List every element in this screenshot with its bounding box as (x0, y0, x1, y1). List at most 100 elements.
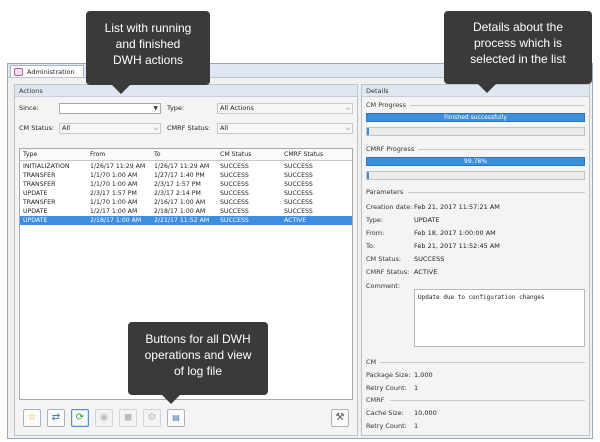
divider (418, 149, 585, 150)
cell-cm-status: SUCCESS (220, 172, 249, 179)
table-row[interactable]: UPDATE 1/2/17 1:00 AM 2/18/17 1:00 AM SU… (20, 207, 352, 216)
cm-section-label: CM (366, 358, 377, 366)
stop-button[interactable]: ◉ (95, 409, 113, 427)
callout-pointer (162, 395, 180, 404)
cmrf-status-field-label: CMRF Status: (366, 268, 410, 276)
parameters-label: Parameters (366, 188, 404, 196)
callout-details: Details about the process which is selec… (444, 11, 592, 93)
divider (390, 400, 585, 401)
cmrf-status-select[interactable]: All ⌵ (217, 123, 353, 134)
cell-to: 2/3/17 2:14 PM (154, 190, 201, 197)
comment-textarea[interactable]: Update due to configuration changes (414, 289, 585, 347)
callout-details-line: process which is (473, 36, 563, 50)
column-header-cmrf-status[interactable]: CMRF Status (284, 150, 348, 159)
callout-list-line: DWH actions (112, 53, 183, 67)
settings-icon: ⚙ (147, 412, 157, 423)
settings-button[interactable]: ⚙ (143, 409, 161, 427)
cm-status-select[interactable]: All ⌵ (59, 123, 161, 134)
cell-cm-status: SUCCESS (220, 217, 249, 224)
callout-buttons-line: operations and view (144, 348, 252, 362)
table-row-selected[interactable]: UPDATE 2/18/17 1:00 AM 2/21/17 11:52 AM … (20, 216, 352, 225)
tools-icon: ⚒ (335, 412, 345, 423)
type-select[interactable]: All Actions ⌵ (217, 103, 353, 114)
cell-type: INITIALIZATION (23, 163, 70, 170)
cmrf-retry-count-label: Retry Count: (366, 422, 407, 430)
tab-administration-label: Administration (27, 68, 75, 76)
tools-button[interactable]: ⚒ (331, 409, 349, 427)
table-row[interactable]: TRANSFER 1/1/70 1:00 AM 2/16/17 1:00 AM … (20, 198, 352, 207)
pause-icon: ◼ (123, 412, 133, 423)
cell-to: 2/18/17 1:00 AM (154, 208, 206, 215)
package-size-value: 1,000 (414, 371, 433, 379)
cell-cm-status: SUCCESS (220, 181, 249, 188)
progress-fill (367, 172, 369, 179)
transfer-button[interactable]: ⇄ (47, 409, 65, 427)
dropdown-arrow-icon[interactable]: ▼ (153, 104, 158, 113)
from-field-value: Feb 18, 2017 1:00:00 AM (414, 229, 496, 237)
cm-progress-label: CM Progress (366, 101, 406, 109)
pause-button[interactable]: ◼ (119, 409, 137, 427)
star-icon: ☆ (27, 412, 37, 423)
cm-status-field-value: SUCCESS (414, 255, 445, 263)
cm-progress-bar-secondary (366, 127, 585, 136)
creation-date-label: Creation date: (366, 203, 413, 211)
column-header-type[interactable]: Type (23, 150, 89, 159)
tab-administration[interactable]: Administration (10, 65, 84, 77)
divider (410, 105, 585, 106)
cm-progress-section: CM Progress (366, 100, 585, 110)
table-row[interactable]: UPDATE 2/3/17 1:57 PM 2/3/17 2:14 PM SUC… (20, 189, 352, 198)
table-row[interactable]: INITIALIZATION 1/26/17 11:29 AM 1/26/17 … (20, 162, 352, 171)
table-row[interactable]: TRANSFER 1/1/70 1:00 AM 1/27/17 1:40 PM … (20, 171, 352, 180)
type-label: Type: (167, 104, 185, 112)
cmrf-progress-section: CMRF Progress (366, 144, 585, 154)
log-file-button[interactable]: ▤ (167, 409, 185, 427)
cmrf-retry-count-value: 1 (414, 422, 419, 430)
cell-cm-status: SUCCESS (220, 163, 249, 170)
cell-to: 2/16/17 1:00 AM (154, 199, 206, 206)
cell-cm-status: SUCCESS (220, 208, 249, 215)
comment-label: Comment: (366, 282, 401, 290)
cmrf-progress-bar-secondary (366, 171, 585, 180)
since-date-picker[interactable]: ▼ (59, 103, 161, 114)
stop-icon: ◉ (99, 412, 109, 423)
transfer-icon: ⇄ (51, 412, 61, 423)
actions-toolbar: ☆ ⇄ ⟳ ◉ ◼ ⚙ ▤ ⚒ (19, 406, 353, 432)
cm-status-select-value: All (62, 124, 71, 132)
actions-table-header: Type From To CM Status CMRF Status (20, 149, 352, 161)
chevron-down-icon: ⌵ (153, 125, 158, 132)
divider (408, 192, 585, 193)
cell-to: 1/27/17 1:40 PM (154, 172, 205, 179)
cmrf-status-field-value: ACTIVE (414, 268, 438, 276)
callout-details-line: Details about the (472, 20, 564, 34)
parameters-section: Parameters (366, 187, 585, 197)
callout-details-line: selected in the list (470, 52, 566, 66)
cell-from: 1/1/70 1:00 AM (90, 181, 138, 188)
cmrf-section-label: CMRF (366, 396, 385, 404)
chevron-down-icon: ⌵ (345, 105, 350, 112)
cell-cmrf-status: ACTIVE (284, 217, 307, 224)
column-header-to[interactable]: To (154, 150, 220, 159)
callout-list-line: and finished (115, 37, 181, 51)
cell-type: TRANSFER (23, 199, 56, 206)
refresh-button[interactable]: ⟳ (71, 409, 89, 427)
cell-from: 2/18/17 1:00 AM (90, 217, 142, 224)
to-field-label: To: (366, 242, 376, 250)
cache-size-label: Cache Size: (366, 409, 404, 417)
cm-section: CM (366, 357, 585, 367)
callout-buttons-line: of log file (173, 364, 223, 378)
star-button[interactable]: ☆ (23, 409, 41, 427)
cell-to: 2/21/17 11:52 AM (154, 217, 210, 224)
progress-fill (367, 128, 369, 135)
table-row[interactable]: TRANSFER 1/1/70 1:00 AM 2/3/17 1:57 PM S… (20, 180, 352, 189)
details-panel: Details CM Progress Finished successfull… (361, 84, 590, 436)
cache-size-value: 10,000 (414, 409, 437, 417)
administration-window: Administration Actions Since: ▼ Type: Al… (7, 63, 593, 439)
cell-cmrf-status: SUCCESS (284, 208, 313, 215)
column-header-from[interactable]: From (90, 150, 154, 159)
column-header-cm-status[interactable]: CM Status (220, 150, 284, 159)
details-panel-title: Details (362, 85, 589, 97)
cmrf-status-select-value: All (220, 124, 229, 132)
cell-from: 2/3/17 1:57 PM (90, 190, 137, 197)
chevron-down-icon: ⌵ (345, 125, 350, 132)
type-select-value: All Actions (220, 104, 254, 112)
